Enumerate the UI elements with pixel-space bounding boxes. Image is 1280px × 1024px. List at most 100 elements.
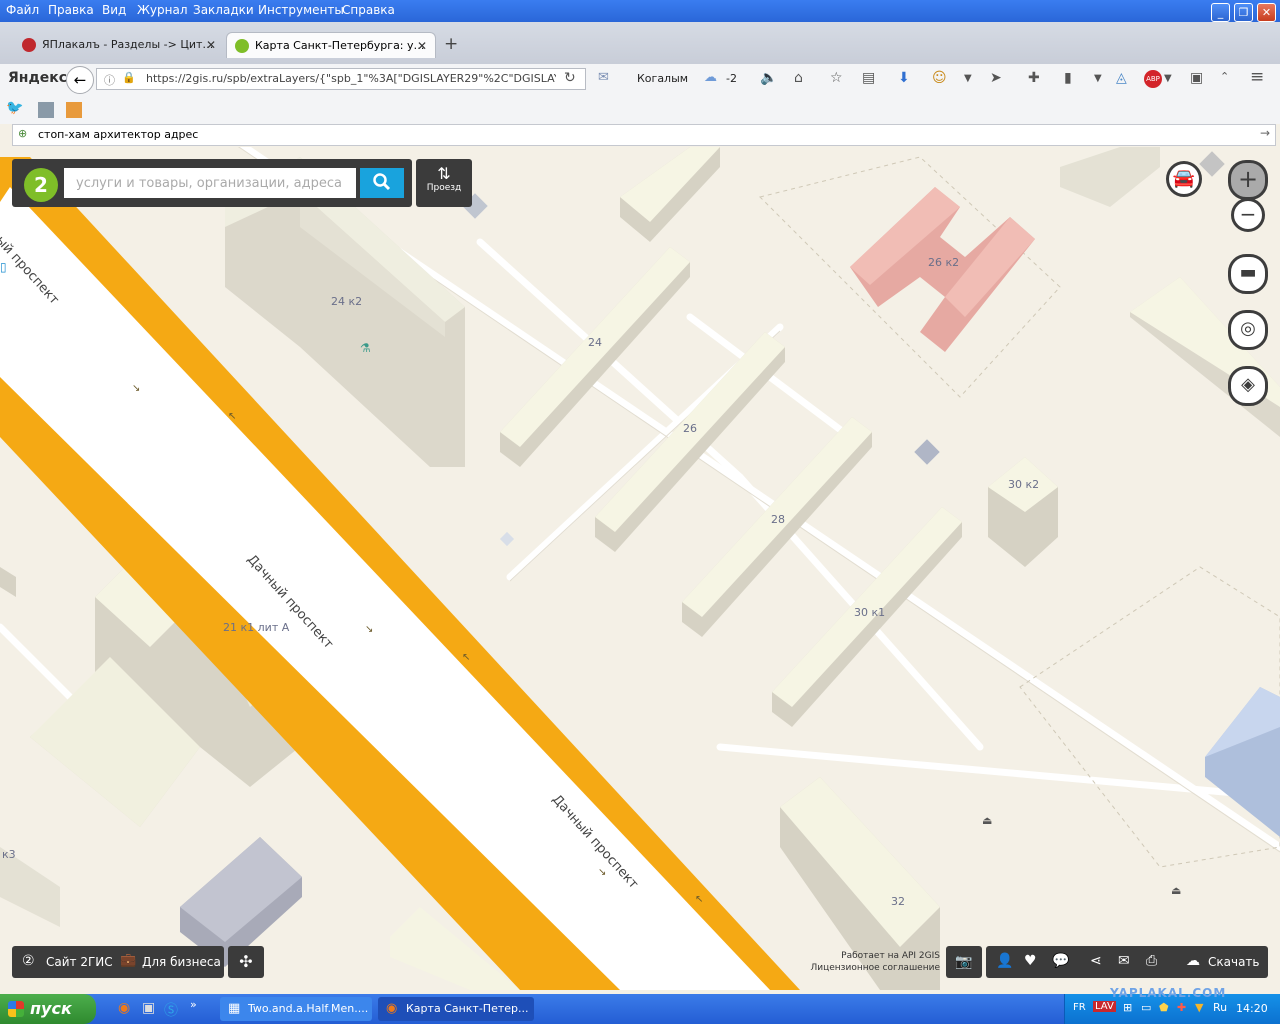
poi-lab-icon[interactable]: ⚗ — [360, 341, 371, 355]
info-icon[interactable]: ⓘ — [104, 72, 115, 88]
triangle-addon-icon[interactable]: ◬ — [1116, 70, 1127, 86]
puzzle-icon[interactable]: ✚ — [1028, 70, 1040, 86]
fullscreen-button[interactable]: ✣ — [228, 946, 264, 978]
map-canvas[interactable]: ↘ ↖ ↘ ↖ ↘ ↖ Дачный проспект Дачный проспект… — [0, 147, 1280, 990]
map-svg[interactable]: ↘ ↖ ↘ ↖ ↘ ↖ — [0, 147, 1280, 990]
business-link[interactable]: Для бизнеса — [142, 955, 221, 969]
yandex-logo[interactable]: Яндекс — [8, 70, 67, 86]
gis-bottom-actions: 👤 ♥ 💬 ⋖ ✉ ⎙ ☁ Скачать — [986, 946, 1268, 978]
2gis-favicon-icon — [235, 39, 249, 53]
back-button[interactable]: ← — [66, 66, 94, 94]
new-tab-icon[interactable]: + — [444, 34, 458, 54]
screenshot-addon-icon[interactable]: ▣ — [1190, 70, 1203, 86]
plus-icon: + — [1237, 165, 1259, 193]
route-button[interactable]: ⇅ Проезд — [416, 159, 472, 207]
user-icon[interactable]: 👤 — [996, 953, 1013, 969]
mail-icon[interactable]: ✉ — [598, 70, 609, 85]
terminal-quicklaunch-icon[interactable]: ▣ — [142, 1000, 155, 1016]
traffic-button[interactable]: 🚘 — [1166, 161, 1202, 197]
reading-list-icon[interactable]: ▤ — [862, 70, 875, 86]
mail-icon[interactable]: ✉ — [1118, 953, 1130, 969]
tab-yaplakal[interactable]: ЯПлакалъ - Разделы -> Цит… ✕ — [14, 32, 224, 58]
search-bar-text[interactable]: стоп-хам архитектор адрес — [38, 128, 198, 141]
firefox-icon: ◉ — [386, 1001, 398, 1016]
menu-file[interactable]: Файл — [6, 3, 39, 17]
poi-marker-icon[interactable]: ⏏ — [1171, 884, 1181, 897]
weather-temp[interactable]: -2 — [726, 72, 737, 85]
home-icon[interactable]: ⌂ — [794, 70, 803, 86]
skype-quicklaunch-icon[interactable]: Ⓢ — [164, 1000, 178, 1020]
clock[interactable]: 14:20 — [1236, 1002, 1268, 1015]
license-link[interactable]: Лицензионное соглашение — [800, 962, 940, 974]
lock-icon: 🔒 — [122, 71, 136, 84]
print-icon[interactable]: ⎙ — [1146, 953, 1157, 969]
gis-search-button[interactable] — [360, 168, 404, 198]
tray-app-icon[interactable]: FR — [1073, 1002, 1086, 1013]
download-button[interactable]: Скачать — [1208, 955, 1260, 969]
tray-security-icon[interactable]: ✚ — [1177, 1001, 1186, 1014]
gis-search-input[interactable] — [64, 168, 356, 198]
search-go-icon[interactable]: → — [1260, 126, 1270, 140]
weather-cloud-icon[interactable]: ☁ — [704, 70, 717, 85]
bus-stop-icon[interactable]: ▯ — [0, 260, 7, 274]
menu-bookmarks[interactable]: Закладки — [193, 3, 254, 17]
layers-button[interactable]: ◈ — [1228, 366, 1268, 406]
tab-2gis-map[interactable]: Карта Санкт-Петербурга: у… ✕ — [226, 32, 436, 58]
route-label: Проезд — [426, 183, 462, 193]
site-2gis-link[interactable]: Сайт 2ГИС — [46, 955, 113, 969]
speaker-icon[interactable]: 🔈 — [760, 70, 777, 86]
dropdown-icon[interactable]: ▼ — [1164, 73, 1172, 84]
locate-button[interactable]: ◎ — [1228, 310, 1268, 350]
battery-icon[interactable]: ▮ — [1064, 70, 1072, 86]
send-icon[interactable]: ➤ — [990, 70, 1002, 86]
addon-face-icon[interactable]: ☺ — [932, 70, 947, 86]
tray-shield-icon[interactable]: ⬟ — [1159, 1001, 1169, 1014]
location-label[interactable]: Когалым — [637, 72, 688, 85]
bookmark-page-icon[interactable] — [38, 102, 54, 118]
hamburger-menu-icon[interactable]: ≡ — [1250, 67, 1264, 87]
bookmark-bird-icon[interactable]: 🐦 — [6, 100, 23, 116]
dropdown-icon[interactable]: ▼ — [1094, 73, 1102, 84]
tab-close-icon[interactable]: ✕ — [206, 32, 216, 58]
ruler-button[interactable]: ▬ — [1228, 254, 1268, 294]
firefox-quicklaunch-icon[interactable]: ◉ — [118, 1000, 130, 1016]
maximize-button[interactable]: ❐ — [1234, 3, 1253, 22]
search-engine-icon[interactable]: ⊕ — [18, 127, 27, 140]
close-window-button[interactable]: ✕ — [1257, 3, 1276, 22]
building-label: 30 к1 — [854, 606, 886, 619]
heart-icon[interactable]: ♥ — [1024, 953, 1037, 969]
dropdown-icon[interactable]: ▼ — [964, 73, 972, 84]
gis-bottom-links: ② Сайт 2ГИС 💼 Для бизнеса — [12, 946, 224, 978]
search-bar[interactable] — [12, 124, 1276, 146]
camera-button[interactable]: 📷 — [946, 946, 982, 978]
task-two-and-a-half-men[interactable]: ▦ Two.and.a.Half.Men.... — [220, 997, 372, 1021]
tray-network-icon[interactable]: ⊞ — [1123, 1001, 1132, 1014]
tab-close-icon[interactable]: ✕ — [417, 33, 427, 58]
adblock-icon[interactable]: ABP — [1144, 70, 1162, 88]
tray-warning-icon[interactable]: ▼ — [1195, 1001, 1203, 1014]
share-icon[interactable]: ⋖ — [1090, 953, 1102, 969]
collapse-icon[interactable]: ⌃ — [1220, 70, 1229, 83]
menu-edit[interactable]: Правка — [48, 3, 94, 17]
tray-lav-icon[interactable]: LAV — [1093, 1001, 1116, 1012]
zoom-in-button[interactable]: + — [1228, 160, 1268, 200]
poi-marker-icon[interactable]: ⏏ — [982, 814, 992, 827]
url-text[interactable]: https://2gis.ru/spb/extraLayers/{"spb_1"… — [146, 72, 556, 85]
menu-tools[interactable]: Инструменты — [258, 3, 344, 17]
bookmark-site-icon[interactable] — [66, 102, 82, 118]
task-firefox-map[interactable]: ◉ Карта Санкт-Петер... — [378, 997, 534, 1021]
menu-view[interactable]: Вид — [102, 3, 126, 17]
2gis-logo[interactable]: 2 — [24, 168, 58, 202]
comment-icon[interactable]: 💬 — [1052, 953, 1069, 969]
bookmark-star-icon[interactable]: ☆ — [830, 70, 843, 86]
tray-monitor-icon[interactable]: ▭ — [1141, 1001, 1151, 1014]
minimize-button[interactable]: _ — [1211, 3, 1230, 22]
language-indicator[interactable]: Ru — [1213, 1001, 1227, 1014]
menu-help[interactable]: Справка — [342, 3, 395, 17]
menu-history[interactable]: Журнал — [137, 3, 188, 17]
reload-icon[interactable]: ↻ — [564, 70, 576, 86]
quicklaunch-more-icon[interactable]: » — [190, 998, 197, 1011]
zoom-out-button[interactable]: − — [1231, 198, 1265, 232]
download-icon[interactable]: ⬇ — [898, 70, 910, 86]
api-credit[interactable]: Работает на API 2GIS — [800, 950, 940, 962]
